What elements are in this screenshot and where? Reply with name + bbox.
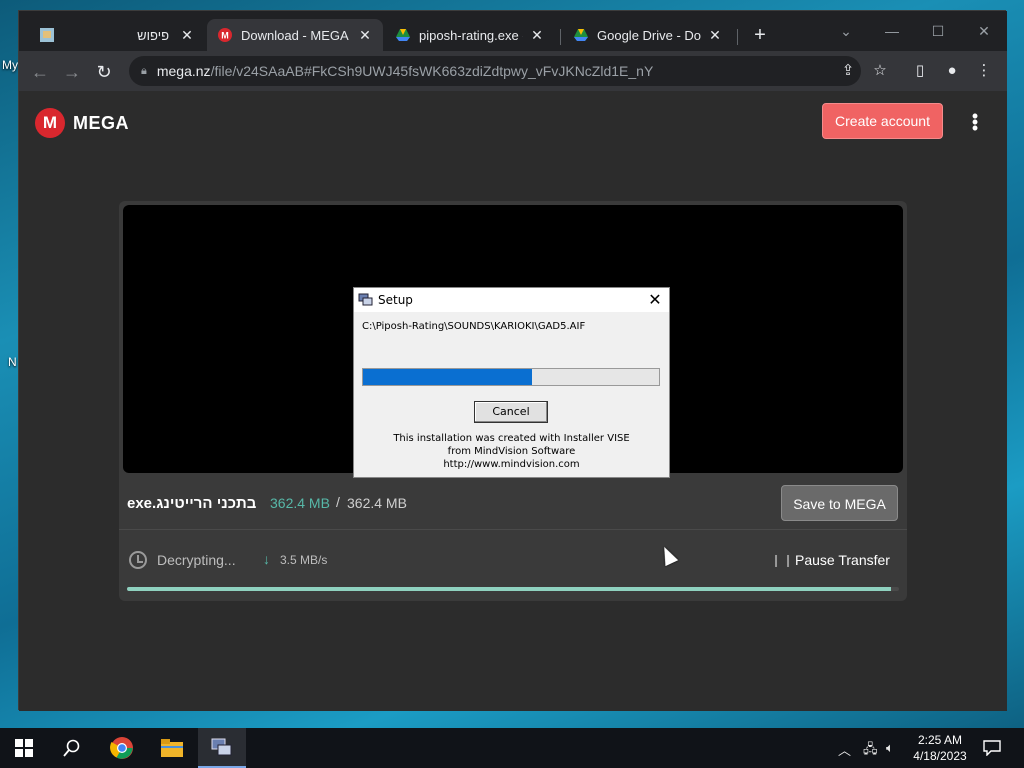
tab-title: Download - MEGA 95 [241,27,351,43]
desktop-icon-label: My [2,58,18,72]
mega-logo[interactable]: M MEGA [35,108,129,138]
clock-icon [129,551,147,569]
clock-date: 4/18/2023 [913,749,967,763]
tab-strip: פיפוש ✕ M Download - MEGA 95 ✕ piposh-ra… [19,11,1007,51]
volume-icon[interactable]: 🔈︎ [886,740,894,756]
installer-info: This installation was created with Insta… [354,432,669,471]
browser-toolbar: ← → ↻ 🔒︎ mega.nz/file/v24SAaAB#FkCSh9UWJ… [19,51,1007,91]
dialog-title: Setup [378,293,413,307]
status-text: Decrypting... [157,552,236,568]
create-account-button[interactable]: Create account [822,103,943,139]
tray-chevron-icon[interactable]: ︿ [838,740,851,759]
notifications-icon[interactable] [983,740,1001,759]
tab-search-icon[interactable]: ⌄ [823,17,869,45]
install-progress-bar [362,368,660,386]
taskbar: ︿ 🖧︎ 🔈︎ 2:25 AM 4/18/2023 [0,728,1024,768]
profile-icon[interactable]: ● [941,60,963,82]
cancel-button[interactable]: Cancel [474,401,548,423]
maximize-icon[interactable]: ☐ [915,17,961,45]
tab-piposh[interactable]: פיפוש ✕ [29,19,205,51]
start-windows-icon[interactable] [0,728,48,768]
url-host: mega.nz [156,63,211,79]
share-icon[interactable]: ⇪ [837,60,859,82]
mega-logo-badge: M [35,108,65,138]
tab-separator [560,29,561,45]
dialog-close-icon[interactable]: ✕ [644,289,666,311]
reload-icon[interactable]: ↻ [91,59,117,85]
tab-close-icon[interactable]: ✕ [357,27,373,44]
tab-close-icon[interactable]: ✕ [179,27,195,44]
new-tab-button[interactable]: + [749,25,771,47]
tab-separator [737,29,738,45]
tab-title: Google Drive - Down [597,27,701,43]
doc-icon [39,27,55,43]
installer-info-line: from MindVision Software [447,446,576,457]
install-progress-fill [363,369,532,385]
installer-info-link: http://www.mindvision.com [443,459,580,470]
file-info-row: בתכני הרייטינג.exe 362.4 MB / 362.4 MB S… [119,479,907,529]
setup-app-icon[interactable] [198,728,246,768]
dialog-titlebar[interactable]: Setup ✕ [354,288,669,312]
download-progress-fill [127,587,892,591]
setup-dialog: Setup ✕ C:\Piposh-Rating\SOUNDS\KARIOKI\… [353,287,670,478]
save-to-mega-button[interactable]: Save to MEGA [781,485,898,521]
installer-info-line: This installation was created with Insta… [393,433,630,444]
chrome-icon[interactable] [98,728,146,768]
size-separator: / [336,494,340,510]
browser-menu-icon[interactable]: ⋮ [973,60,995,82]
size-total: 362.4 MB [347,495,407,511]
download-arrow-icon: ↓ [263,551,270,567]
mega-icon: M [217,27,233,43]
bookmark-star-icon[interactable]: ☆ [869,60,891,82]
mega-logo-word: MEGA [73,112,129,133]
desktop-icon-label: N [8,355,17,369]
tab-close-icon[interactable]: ✕ [707,27,723,44]
clock[interactable]: 2:25 AM 4/18/2023 [905,732,975,764]
side-panel-icon[interactable]: ▯ [909,60,931,82]
svg-text:M: M [221,31,229,41]
tab-google-drive[interactable]: Google Drive - Down ✕ [563,19,733,51]
more-options-icon[interactable]: • • • [965,107,985,137]
transfer-status-row: Decrypting... ↓ 3.5 MB/s ❙❙ Pause Transf… [119,541,907,581]
address-bar[interactable]: 🔒︎ mega.nz/file/v24SAaAB#FkCSh9UWJ45fsWK… [129,56,861,86]
divider [119,529,907,530]
file-explorer-icon[interactable] [148,728,196,768]
file-name: בתכני הרייטינג.exe [127,495,257,512]
back-icon[interactable]: ← [27,59,53,85]
network-icon[interactable]: 🖧︎ [863,740,878,762]
forward-icon[interactable]: → [59,59,85,85]
pause-icon[interactable]: ❙❙ [771,553,795,567]
install-file-path: C:\Piposh-Rating\SOUNDS\KARIOKI\GAD5.AIF [362,321,586,332]
close-window-icon[interactable]: ✕ [961,17,1007,45]
tab-title: פיפוש [137,27,169,43]
search-icon[interactable] [48,728,96,768]
download-progress-bar [127,587,899,591]
google-drive-icon [395,27,411,43]
tab-mega-download[interactable]: M Download - MEGA 95 ✕ [207,19,383,51]
installer-icon [358,292,373,307]
minimize-icon[interactable]: — [869,17,915,45]
clock-time: 2:25 AM [917,733,963,747]
size-downloaded: 362.4 MB [270,495,330,511]
pause-transfer-button[interactable]: Pause Transfer [795,552,890,568]
tab-title: piposh-rating.exe - G [419,27,523,43]
transfer-speed: 3.5 MB/s [280,553,328,567]
tab-close-icon[interactable]: ✕ [529,27,545,44]
lock-icon: 🔒︎ [141,64,147,77]
google-drive-icon [573,27,589,43]
url-path: /file/v24SAaAB#FkCSh9UWJ45fsWK663zdiZdtp… [210,63,654,79]
tab-piposh-rating-drive[interactable]: piposh-rating.exe - G ✕ [385,19,555,51]
